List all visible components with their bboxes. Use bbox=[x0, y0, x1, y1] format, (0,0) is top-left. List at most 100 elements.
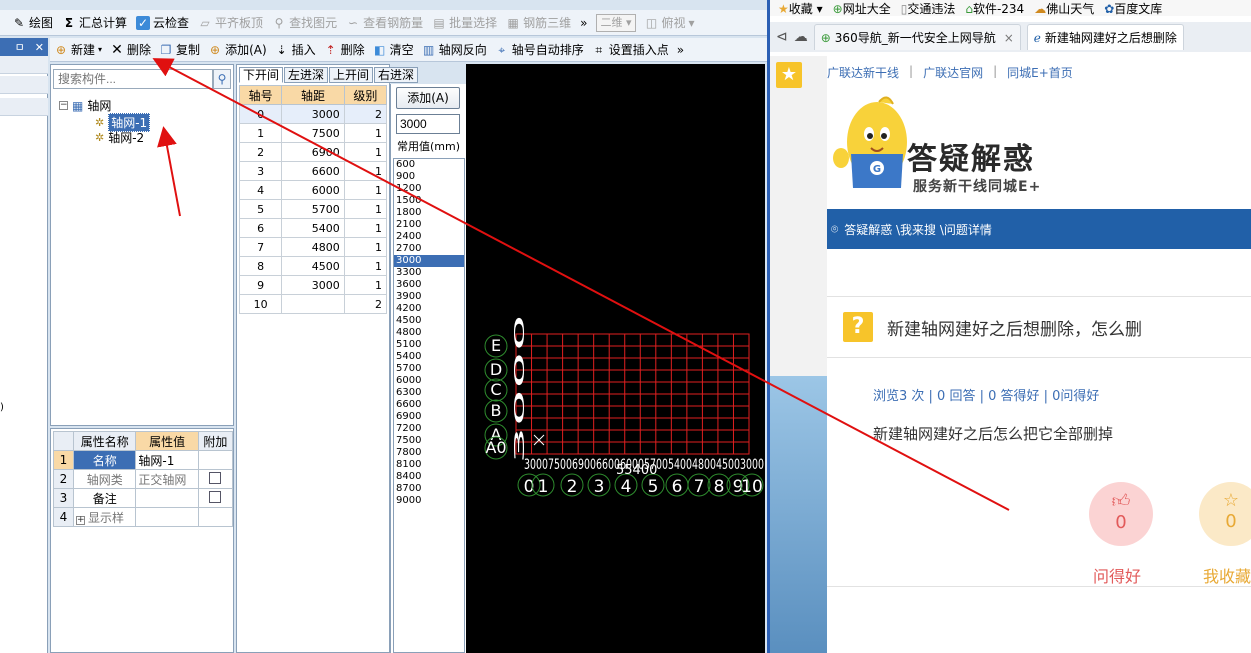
table-row[interactable]: 6 5400 1 bbox=[238, 218, 388, 238]
axis-spacing-cell[interactable]: 4800 bbox=[281, 237, 345, 257]
table-row[interactable]: 4 6000 1 bbox=[238, 180, 388, 200]
toolbar2-overflow[interactable]: » bbox=[677, 43, 684, 57]
bookmark-item[interactable]: ☁佛山天气 bbox=[1034, 0, 1094, 16]
collapse-icon[interactable]: − bbox=[59, 101, 68, 110]
auto-sort-button[interactable]: ⌖ 轴号自动排序 bbox=[495, 41, 583, 58]
nav-row[interactable] bbox=[0, 56, 48, 74]
prop-value-cell[interactable]: 正交轴网 bbox=[135, 469, 199, 489]
component-search-input[interactable] bbox=[53, 69, 213, 89]
table-row[interactable]: 7 4800 1 bbox=[238, 237, 388, 257]
list-item[interactable]: 6600 bbox=[394, 399, 464, 411]
axis-level-cell[interactable]: 2 bbox=[343, 104, 388, 124]
back-icon[interactable]: ⊲ bbox=[776, 29, 788, 45]
tab-close-icon[interactable]: × bbox=[1004, 31, 1014, 45]
like-button[interactable]: 👍︎ 0 bbox=[1089, 482, 1153, 546]
axis-no-cell[interactable]: 3 bbox=[238, 161, 283, 181]
table-row[interactable]: 1 名称 轴网-1 bbox=[53, 450, 234, 470]
list-item[interactable]: 3300 bbox=[394, 267, 464, 279]
bookmark-item[interactable]: ▯交通违法 bbox=[901, 0, 956, 16]
axis-level-cell[interactable]: 1 bbox=[343, 199, 388, 219]
extra-checkbox[interactable] bbox=[209, 471, 222, 484]
view-mode-select[interactable]: 二维 ▾ bbox=[596, 13, 636, 32]
prop-value-cell[interactable]: 轴网-1 bbox=[135, 450, 199, 470]
nav-row[interactable] bbox=[0, 98, 48, 116]
rebar-3d-button[interactable]: ▦ 钢筋三维 bbox=[506, 14, 571, 31]
delete-row-button[interactable]: ⇡ 删除 bbox=[324, 41, 365, 58]
list-item[interactable]: 5400 bbox=[394, 351, 464, 363]
axis-no-cell[interactable]: 6 bbox=[238, 218, 283, 238]
list-item[interactable]: 5700 bbox=[394, 363, 464, 375]
clear-button[interactable]: ◧ 清空 bbox=[373, 41, 414, 58]
list-item[interactable]: 6900 bbox=[394, 411, 464, 423]
drawing-canvas[interactable]: E D C B A A0 0 1 2 3 4 5 6 7 8 9 10 300075006900660060005… bbox=[466, 64, 765, 653]
tab-top-bay[interactable]: 上开间 bbox=[329, 67, 374, 83]
table-row[interactable]: 3 备注 bbox=[53, 488, 234, 508]
batch-select-button[interactable]: ▤ 批量选择 bbox=[432, 14, 497, 31]
table-row[interactable]: 2 轴网类 正交轴网 bbox=[53, 469, 234, 489]
axis-no-cell[interactable]: 1 bbox=[238, 123, 283, 143]
view-rebar-button[interactable]: ∽ 查看钢筋量 bbox=[346, 14, 423, 31]
bookmark-item[interactable]: ⊕网址大全 bbox=[833, 0, 891, 16]
prop-value-cell[interactable] bbox=[135, 507, 199, 527]
axis-no-cell[interactable]: 10 bbox=[238, 294, 283, 314]
add-button[interactable]: ⊕ 添加(A) bbox=[208, 41, 267, 58]
like-label[interactable]: 问得好 bbox=[1093, 563, 1141, 587]
nav-row[interactable] bbox=[0, 76, 48, 94]
bookmark-favorites[interactable]: ★收藏 ▾ bbox=[778, 0, 823, 16]
list-item[interactable]: 4800 bbox=[394, 327, 464, 339]
new-button[interactable]: ⊕ 新建 ▾ bbox=[54, 41, 102, 58]
axis-level-cell[interactable]: 1 bbox=[343, 218, 388, 238]
list-item[interactable]: 1200 bbox=[394, 183, 464, 195]
axis-level-cell[interactable]: 1 bbox=[343, 237, 388, 257]
table-row[interactable]: 5 5700 1 bbox=[238, 199, 388, 219]
list-item[interactable]: 1500 bbox=[394, 195, 464, 207]
list-item[interactable]: 4500 bbox=[394, 315, 464, 327]
list-item[interactable]: 900 bbox=[394, 171, 464, 183]
axis-spacing-cell[interactable]: 3000 bbox=[281, 104, 345, 124]
delete-button[interactable]: ✕ 删除 bbox=[110, 41, 151, 58]
table-row[interactable]: 3 6600 1 bbox=[238, 161, 388, 181]
tab-bottom-bay[interactable]: 下开间 bbox=[239, 67, 284, 83]
tree-item-grid-2[interactable]: ✲ 轴网-2 bbox=[95, 129, 144, 146]
table-row[interactable]: 9 3000 1 bbox=[238, 275, 388, 295]
table-row[interactable]: 0 3000 2 bbox=[238, 104, 388, 124]
list-item[interactable]: 2700 bbox=[394, 243, 464, 255]
axis-spacing-cell[interactable]: 6000 bbox=[281, 180, 345, 200]
table-row[interactable]: 8 4500 1 bbox=[238, 256, 388, 276]
insert-button[interactable]: ⇣ 插入 bbox=[275, 41, 316, 58]
list-item[interactable]: 9000 bbox=[394, 495, 464, 507]
axis-no-cell[interactable]: 2 bbox=[238, 142, 283, 162]
list-item[interactable]: 2100 bbox=[394, 219, 464, 231]
common-values-list[interactable]: 600 900 1200 1500 1800 2100 2400 2700 3000 3300 36… bbox=[393, 158, 465, 653]
axis-no-cell[interactable]: 7 bbox=[238, 237, 283, 257]
axis-no-cell[interactable]: 4 bbox=[238, 180, 283, 200]
list-item[interactable]: 2400 bbox=[394, 231, 464, 243]
list-item[interactable]: 8100 bbox=[394, 459, 464, 471]
list-item[interactable]: 1800 bbox=[394, 207, 464, 219]
favorite-star-icon[interactable]: ★ bbox=[776, 62, 802, 88]
list-item[interactable]: 3600 bbox=[394, 279, 464, 291]
expand-icon[interactable]: + bbox=[76, 515, 85, 525]
link-e-plus-home[interactable]: 同城E+首页 bbox=[1007, 64, 1073, 81]
tree-root-grid[interactable]: − ▦ 轴网 bbox=[59, 97, 111, 114]
summary-calc-button[interactable]: Σ 汇总计算 bbox=[62, 14, 127, 31]
list-item[interactable]: 3900 bbox=[394, 291, 464, 303]
list-item[interactable]: 7200 bbox=[394, 423, 464, 435]
axis-spacing-cell[interactable]: 7500 bbox=[281, 123, 345, 143]
search-icon[interactable]: ⚲ bbox=[213, 69, 231, 89]
tab-right-depth[interactable]: 右进深 bbox=[374, 67, 419, 83]
table-row[interactable]: 10 2 bbox=[238, 294, 388, 314]
favorite-label[interactable]: 我收藏 bbox=[1203, 563, 1251, 587]
view-angle-select[interactable]: ◫ 俯视 ▾ bbox=[645, 14, 695, 31]
pin-icon[interactable]: ㅁ bbox=[15, 39, 25, 55]
list-item[interactable]: 5100 bbox=[394, 339, 464, 351]
list-item[interactable]: 4200 bbox=[394, 303, 464, 315]
tab-left-depth[interactable]: 左进深 bbox=[284, 67, 329, 83]
axis-level-cell[interactable]: 1 bbox=[343, 142, 388, 162]
favorite-button[interactable]: ☆ 0 bbox=[1199, 482, 1251, 546]
axis-level-cell[interactable]: 1 bbox=[343, 180, 388, 200]
browser-tab-question[interactable]: ℯ 新建轴网建好之后想删除 bbox=[1026, 24, 1184, 50]
axis-no-cell[interactable]: 0 bbox=[238, 104, 283, 124]
list-item[interactable]: 8700 bbox=[394, 483, 464, 495]
find-element-button[interactable]: ⚲ 查找图元 bbox=[272, 14, 337, 31]
